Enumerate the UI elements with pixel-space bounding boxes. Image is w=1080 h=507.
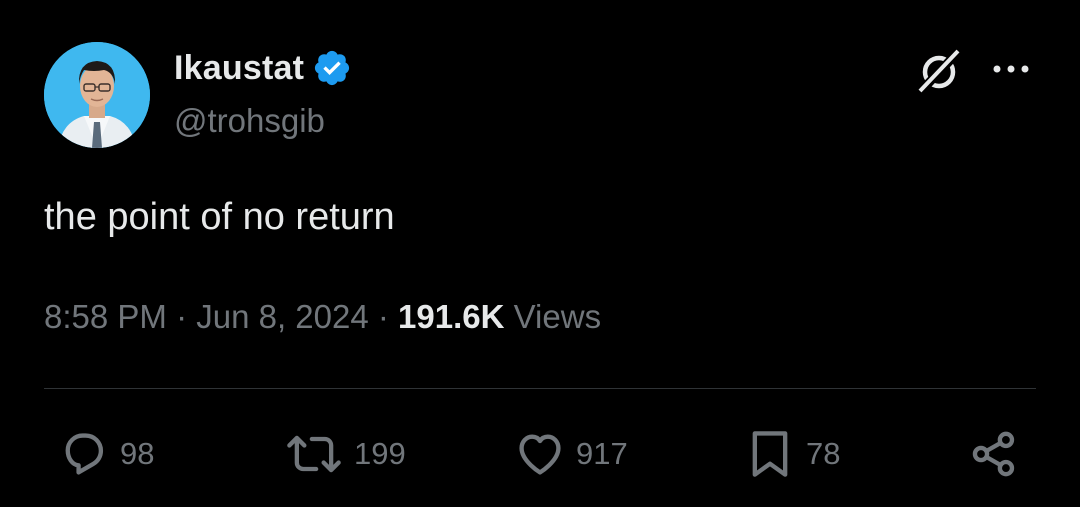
views-count[interactable]: 191.6K: [398, 298, 504, 335]
like-button[interactable]: 917: [514, 428, 628, 480]
like-count: 917: [576, 436, 628, 471]
meta-separator: ·: [368, 298, 399, 335]
verified-badge-icon[interactable]: [312, 48, 352, 88]
heart-icon: [514, 428, 566, 480]
grok-icon[interactable]: [912, 44, 966, 98]
more-dots-icon[interactable]: [988, 54, 1034, 84]
tweet-card: Ikaustat @trohsgib the point of no retur…: [0, 0, 1080, 507]
bookmark-count: 78: [806, 436, 841, 471]
tweet-time[interactable]: 8:58 PM: [44, 298, 167, 335]
meta-separator: ·: [166, 298, 197, 335]
repost-count: 199: [354, 436, 406, 471]
author-display-name[interactable]: Ikaustat: [174, 49, 304, 88]
avatar[interactable]: [44, 42, 150, 148]
reply-button[interactable]: 98: [58, 428, 154, 480]
repost-button[interactable]: 199: [284, 428, 406, 480]
tweet-meta: 8:58 PM · Jun 8, 2024 · 191.6K Views: [44, 298, 601, 336]
share-button[interactable]: [968, 428, 1020, 480]
bookmark-button[interactable]: 78: [744, 428, 840, 480]
reply-icon: [58, 428, 110, 480]
repost-icon: [284, 428, 344, 480]
bookmark-icon: [744, 428, 796, 480]
views-label: Views: [504, 298, 602, 335]
share-icon: [968, 428, 1020, 480]
author-name-row: Ikaustat: [174, 48, 352, 88]
tweet-date[interactable]: Jun 8, 2024: [196, 298, 368, 335]
tweet-text: the point of no return: [44, 196, 395, 238]
divider: [44, 388, 1036, 389]
author-handle[interactable]: @trohsgib: [174, 102, 325, 140]
reply-count: 98: [120, 436, 155, 471]
